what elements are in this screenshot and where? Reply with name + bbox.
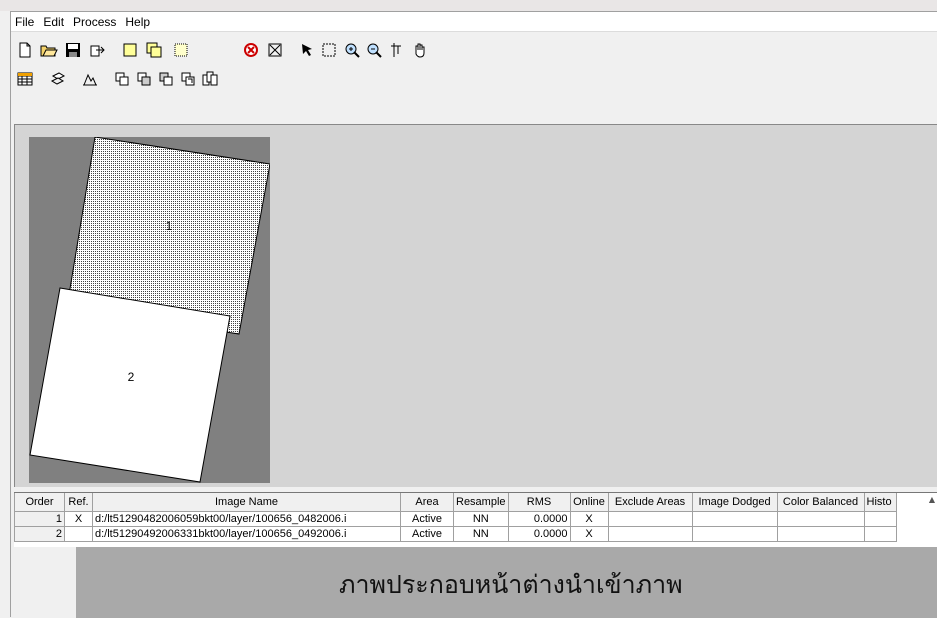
image-footprint-2	[29, 287, 231, 483]
cell-area[interactable]: Active	[400, 526, 454, 542]
column-rms[interactable]: RMS	[507, 493, 571, 512]
cell-order[interactable]: 2	[14, 526, 65, 542]
row-header-empty-area	[14, 547, 77, 618]
figure-caption: ภาพประกอบหน้าต่างนำเข้าภาพ	[339, 570, 683, 599]
column-color-balanced[interactable]: Color Balanced	[776, 493, 865, 512]
cell-resample[interactable]: NN	[453, 511, 509, 527]
select-box-icon[interactable]	[319, 40, 339, 60]
column-area[interactable]: Area	[400, 493, 454, 512]
cell-image-dodged[interactable]	[691, 511, 778, 527]
column-resample[interactable]: Resample	[453, 493, 509, 512]
zoom-out-icon[interactable]	[364, 40, 384, 60]
cell-rms[interactable]: 0.0000	[507, 511, 571, 527]
mosaic-viewer[interactable]: 1 2	[14, 124, 937, 487]
table-header: Order Ref. Image Name Area Resample RMS …	[14, 493, 897, 512]
cell-area[interactable]: Active	[400, 511, 454, 527]
cell-online[interactable]: X	[569, 511, 609, 527]
pan-crosshair-icon[interactable]	[386, 40, 406, 60]
menu-process[interactable]: Process	[69, 15, 121, 29]
zoom-in-icon[interactable]	[342, 40, 362, 60]
column-ref[interactable]: Ref.	[64, 493, 93, 512]
single-frame-icon[interactable]	[120, 40, 140, 60]
image-footprints: 1 2	[29, 136, 271, 483]
cell-color-balanced[interactable]	[776, 526, 865, 542]
table-row[interactable]: 1 X d:/lt51290482006059bkt00/layer/10065…	[14, 511, 897, 527]
table-row[interactable]: 2 d:/lt51290492006331bkt00/layer/100656_…	[14, 526, 897, 542]
cell-resample[interactable]: NN	[453, 526, 509, 542]
cell-color-balanced[interactable]	[776, 511, 865, 527]
stack-5-icon[interactable]	[200, 69, 220, 89]
cell-image-dodged[interactable]	[691, 526, 778, 542]
cell-rms[interactable]: 0.0000	[507, 526, 571, 542]
column-exclude-areas[interactable]: Exclude Areas	[607, 493, 693, 512]
two-frames-icon[interactable]	[144, 40, 164, 60]
cell-ref[interactable]: X	[64, 511, 93, 527]
menu-file[interactable]: File	[11, 15, 39, 29]
cell-order[interactable]: 1	[14, 511, 65, 527]
stack-3-icon[interactable]	[156, 69, 176, 89]
column-image-name[interactable]: Image Name	[92, 493, 401, 512]
cell-histo[interactable]	[863, 511, 897, 527]
menu-edit[interactable]: Edit	[39, 15, 69, 29]
save-icon[interactable]	[63, 40, 83, 60]
image-label-2: 2	[128, 370, 135, 384]
column-histo[interactable]: Histo	[863, 493, 897, 512]
open-folder-icon[interactable]	[39, 40, 59, 60]
scroll-up-arrow-icon[interactable]: ▲	[926, 495, 937, 509]
cell-exclude-areas[interactable]	[607, 511, 693, 527]
app-window: File Edit Process Help 1 2 Order Ref. Im…	[10, 11, 937, 618]
cell-histo[interactable]	[863, 526, 897, 542]
cell-image-name[interactable]: d:/lt51290482006059bkt00/layer/100656_04…	[92, 511, 401, 527]
image-label-1: 1	[166, 219, 173, 233]
reset-icon[interactable]	[241, 40, 261, 60]
menu-bar: File Edit Process Help	[11, 12, 937, 32]
column-order[interactable]: Order	[14, 493, 65, 512]
mosaic-canvas[interactable]: 1 2	[29, 136, 271, 483]
export-icon[interactable]	[87, 40, 107, 60]
mosaic-tiles-icon[interactable]	[48, 69, 68, 89]
fit-extent-icon[interactable]	[265, 40, 285, 60]
column-image-dodged[interactable]: Image Dodged	[691, 493, 778, 512]
column-online[interactable]: Online	[569, 493, 609, 512]
grid-table-icon[interactable]	[15, 69, 35, 89]
cell-online[interactable]: X	[569, 526, 609, 542]
new-icon[interactable]	[15, 40, 35, 60]
dotted-frame-icon[interactable]	[171, 40, 191, 60]
menu-help[interactable]: Help	[121, 15, 155, 29]
pointer-icon[interactable]	[297, 40, 317, 60]
stack-2-icon[interactable]	[134, 69, 154, 89]
cell-exclude-areas[interactable]	[607, 526, 693, 542]
top-background-strip	[0, 0, 937, 11]
histogram-icon[interactable]	[80, 69, 100, 89]
stack-1-icon[interactable]	[112, 69, 132, 89]
cell-ref[interactable]	[64, 526, 93, 542]
cell-image-name[interactable]: d:/lt51290492006331bkt00/layer/100656_04…	[92, 526, 401, 542]
stack-4-icon[interactable]	[178, 69, 198, 89]
image-table: Order Ref. Image Name Area Resample RMS …	[14, 493, 897, 542]
image-list-table: Order Ref. Image Name Area Resample RMS …	[14, 492, 937, 618]
hand-pan-icon[interactable]	[410, 40, 430, 60]
